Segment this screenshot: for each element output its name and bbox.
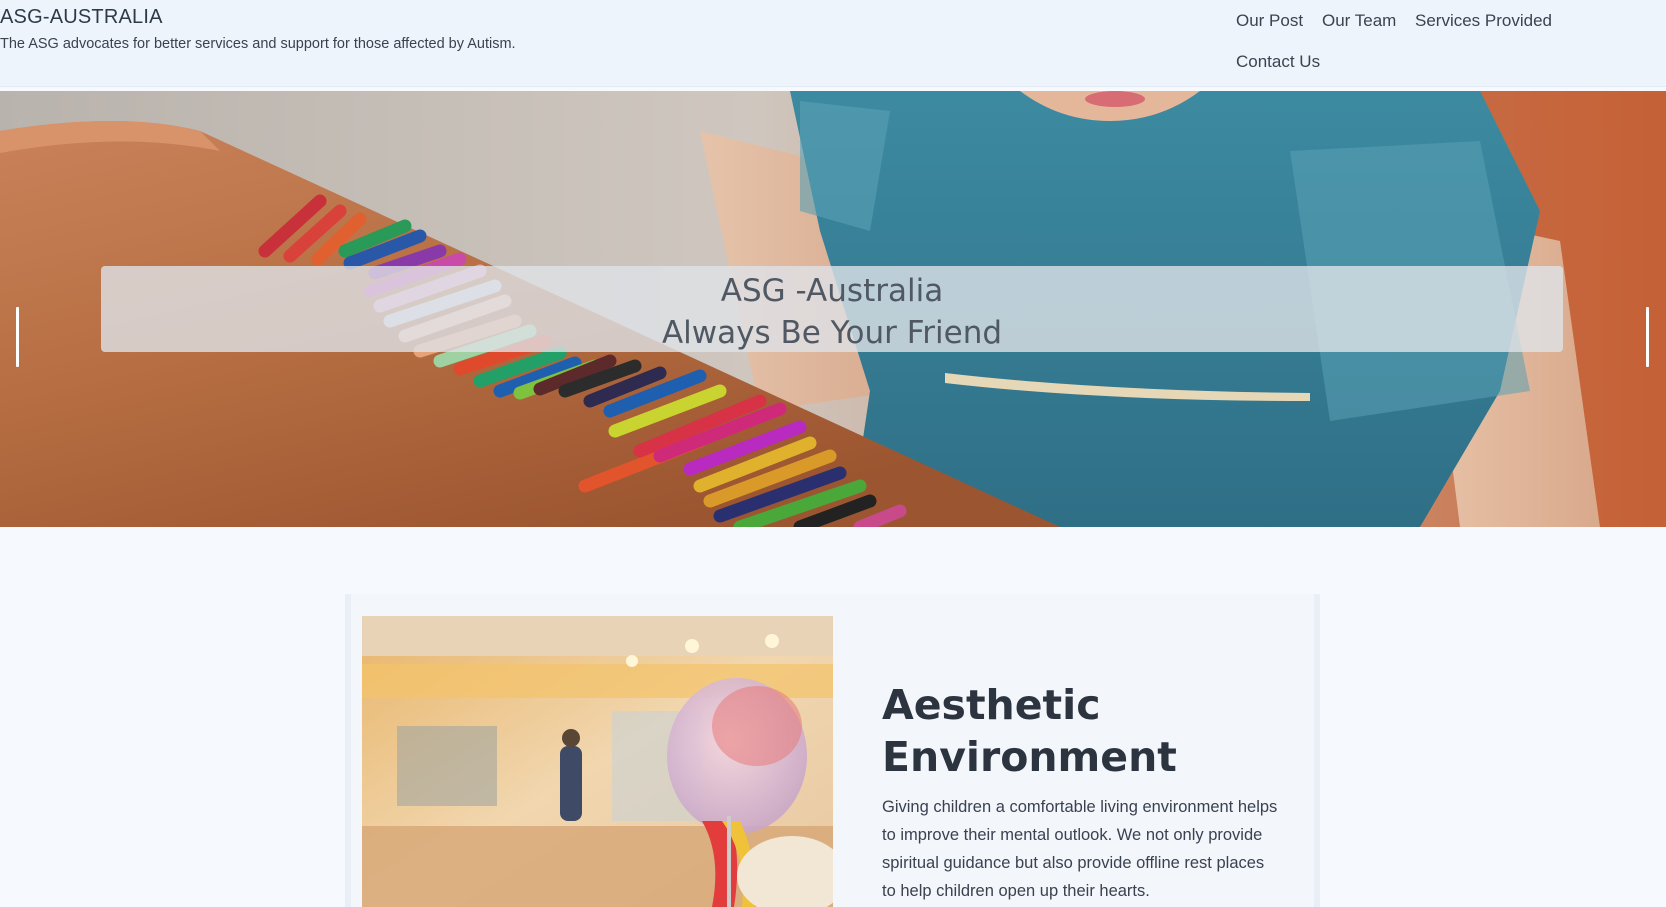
carousel-prev-bar (16, 307, 19, 367)
hero-caption-subtitle: Always Be Your Friend (661, 315, 1003, 351)
hero-carousel: ASG -Australia Always Be Your Friend (0, 91, 1666, 527)
hero-caption: ASG -Australia Always Be Your Friend (101, 266, 1563, 352)
carousel-next-icon[interactable] (1636, 307, 1660, 371)
skull-model-icon (362, 616, 833, 907)
carousel-next-bar (1646, 307, 1649, 367)
site-header: ASG-AUSTRALIA The ASG advocates for bett… (0, 0, 1666, 87)
feature-title: Aesthetic Environment (882, 681, 1177, 782)
nav-link-services-provided[interactable]: Services Provided (1415, 11, 1552, 31)
nav-link-our-post[interactable]: Our Post (1236, 11, 1303, 31)
hero-caption-title: ASG -Australia (720, 273, 944, 309)
feature-description: Giving children a comfortable living env… (882, 797, 1278, 900)
feature-image (362, 616, 833, 907)
nav-link-contact-us[interactable]: Contact Us (1236, 52, 1320, 72)
carousel-prev-icon[interactable] (6, 307, 30, 371)
nav-link-our-team[interactable]: Our Team (1322, 11, 1396, 31)
site-title[interactable]: ASG-AUSTRALIA (0, 6, 163, 29)
site-tagline: The ASG advocates for better services an… (0, 36, 516, 52)
